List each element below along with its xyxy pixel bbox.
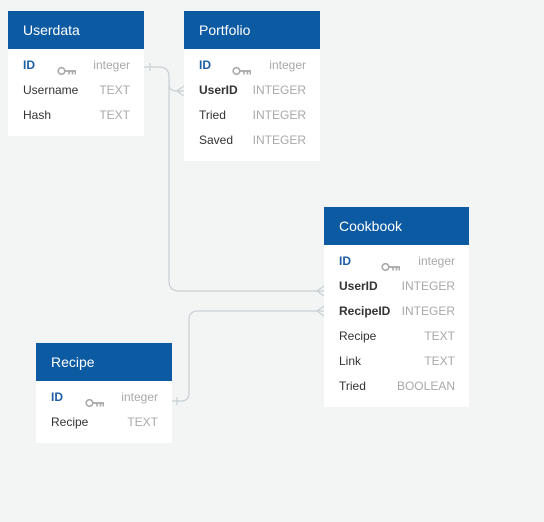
field-row[interactable]: RecipeID INTEGER (324, 299, 469, 324)
field-name: ID (199, 58, 211, 72)
field-type: TEXT (127, 415, 158, 429)
field-type: integer (121, 390, 158, 404)
field-row[interactable]: Hash TEXT (8, 103, 144, 128)
field-name: Username (23, 83, 79, 97)
field-row[interactable]: Saved INTEGER (184, 128, 320, 153)
field-row[interactable]: UserID INTEGER (184, 78, 320, 103)
table-title[interactable]: Userdata (8, 11, 144, 49)
field-name: Tried (199, 108, 226, 122)
key-icon (381, 256, 401, 272)
field-type: integer (93, 58, 130, 72)
table-title[interactable]: Portfolio (184, 11, 320, 49)
field-name: Link (339, 354, 362, 368)
field-type: INTEGER (252, 108, 306, 122)
field-name: ID (339, 254, 351, 268)
field-name: Hash (23, 108, 52, 122)
field-type: TEXT (424, 329, 455, 343)
field-row[interactable]: Recipe TEXT (36, 410, 172, 435)
field-type: BOOLEAN (396, 379, 455, 393)
table-userdata[interactable]: Userdata ID integer Username TEXT Hash T… (8, 11, 144, 136)
field-row[interactable]: Tried BOOLEAN (324, 374, 469, 399)
field-row[interactable]: ID integer (8, 53, 144, 78)
field-name: UserID (339, 279, 378, 293)
table-cookbook[interactable]: Cookbook ID integer UserID INTEGER Recip… (324, 207, 469, 407)
field-type: TEXT (99, 108, 130, 122)
table-recipe[interactable]: Recipe ID integer Recipe TEXT (36, 343, 172, 443)
table-title[interactable]: Cookbook (324, 207, 469, 245)
field-type: TEXT (99, 83, 130, 97)
field-row[interactable]: ID integer (36, 385, 172, 410)
field-row[interactable]: UserID INTEGER (324, 274, 469, 299)
field-name: Recipe (339, 329, 377, 343)
key-icon (232, 60, 252, 76)
field-name: ID (23, 58, 35, 72)
field-type: INTEGER (252, 83, 306, 97)
field-row[interactable]: ID integer (184, 53, 320, 78)
field-row[interactable]: Recipe TEXT (324, 324, 469, 349)
field-name: ID (51, 390, 63, 404)
field-row[interactable]: ID integer (324, 249, 469, 274)
field-name: Recipe (51, 415, 89, 429)
key-icon (57, 60, 77, 76)
field-type: INTEGER (401, 304, 455, 318)
field-type: integer (269, 58, 306, 72)
relationship-userdata-portfolio[interactable] (144, 63, 185, 97)
field-type: TEXT (424, 354, 455, 368)
field-row[interactable]: Tried INTEGER (184, 103, 320, 128)
field-type: INTEGER (401, 279, 455, 293)
field-name: Tried (339, 379, 366, 393)
field-type: integer (418, 254, 455, 268)
relationship-recipe-cookbook[interactable] (172, 305, 325, 405)
field-name: UserID (199, 83, 238, 97)
field-name: Saved (199, 133, 234, 147)
field-name: RecipeID (339, 304, 391, 318)
table-title[interactable]: Recipe (36, 343, 172, 381)
field-type: INTEGER (252, 133, 306, 147)
key-icon (85, 392, 105, 408)
er-diagram-canvas: Userdata ID integer Username TEXT Hash T… (0, 0, 544, 522)
table-portfolio[interactable]: Portfolio ID integer UserID INTEGER Trie… (184, 11, 320, 161)
field-row[interactable]: Link TEXT (324, 349, 469, 374)
field-row[interactable]: Username TEXT (8, 78, 144, 103)
